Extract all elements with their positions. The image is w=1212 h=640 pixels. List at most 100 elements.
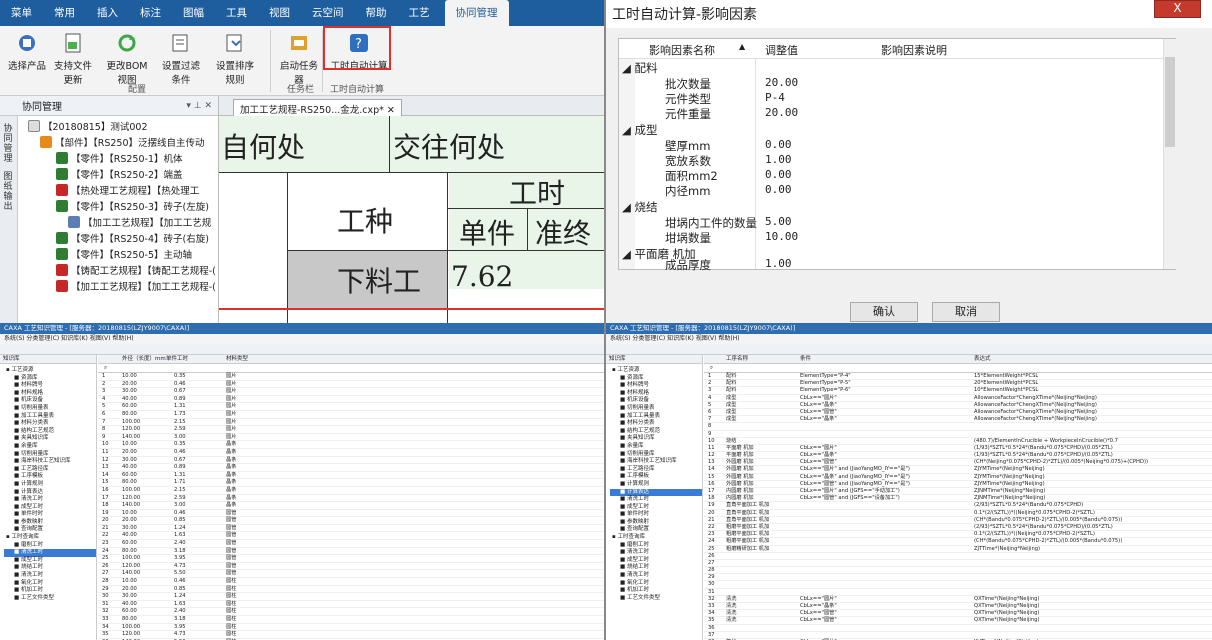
- kb-tree-item[interactable]: ■ 机床设备: [610, 397, 702, 405]
- side-tab[interactable]: 图纸输出: [4, 172, 14, 212]
- property-value[interactable]: 5.00: [765, 215, 792, 228]
- change-bom-view-button[interactable]: 更改BOM视图: [104, 32, 150, 86]
- kb-tree-item[interactable]: ■ 查询配置: [610, 526, 702, 534]
- table-row[interactable]: 19 10.00 0.46 圆管: [98, 510, 604, 518]
- table-row[interactable]: 4 成型 CbLx=="圆片" AllowanceFactor*ChengXTime*…: [704, 395, 1212, 402]
- table-row[interactable]: 26: [704, 553, 1212, 560]
- table-row[interactable]: 5 成型 CbLx=="晶条" AllowanceFactor*ChengXTime*…: [704, 402, 1212, 409]
- table-row[interactable]: 7 100.00 2.15 圆片: [98, 419, 604, 427]
- tree-row[interactable]: 【零件】【RS250-2】端盖: [56, 166, 183, 182]
- kb-tree-item[interactable]: ■ 清洗工时: [610, 496, 702, 504]
- property-value[interactable]: 1.00: [765, 153, 792, 166]
- kb-tree-item[interactable]: ■ 材料分类表: [610, 420, 702, 428]
- tree-row[interactable]: 【零件】【RS250-5】主动轴: [56, 246, 192, 262]
- close-button[interactable]: X: [1154, 0, 1201, 18]
- table-row[interactable]: 10 烧结 (480.7)/ElementInCrucible + Workpiec…: [704, 438, 1212, 445]
- kb-tree-item[interactable]: ■ 工序模板: [4, 473, 96, 481]
- table-row[interactable]: 8 120.00 2.59 圆片: [98, 426, 604, 434]
- tree-row[interactable]: 【加工工艺规程】【加工工艺规: [68, 214, 211, 230]
- table-row[interactable]: 23 60.00 2.40 圆管: [98, 540, 604, 548]
- menu-item[interactable]: 帮助: [355, 0, 398, 26]
- col-header[interactable]: 材料类型: [226, 355, 248, 364]
- kb-tree-item[interactable]: ■ 余量库: [4, 443, 96, 451]
- doc-tab[interactable]: 加工工艺规程-RS250...金龙.cxp* ✕: [233, 99, 402, 116]
- confirm-button[interactable]: 确认: [850, 302, 918, 322]
- table-row[interactable]: 28: [704, 567, 1212, 575]
- kb-tree-item[interactable]: ■ 机加工时: [610, 587, 702, 595]
- table-row[interactable]: 21 30.00 1.24 圆管: [98, 525, 604, 533]
- table-row[interactable]: 33 80.00 3.18 圆柱: [98, 616, 604, 624]
- kb-tree-item[interactable]: ▪ 工艺资源: [610, 367, 702, 375]
- kb-tree-item[interactable]: ■ 清洗工时: [4, 549, 96, 557]
- kb-tree-item[interactable]: ■ 计算规则: [610, 481, 702, 489]
- window-menubar[interactable]: 系统(S) 分类管理(C) 知识库(K) 视图(V) 帮助(H): [0, 334, 604, 344]
- tree-row[interactable]: 【零件】【RS250-4】砖子(右旋): [56, 230, 209, 246]
- menu-item[interactable]: 工具: [215, 0, 258, 26]
- filter-row[interactable]: ⌕: [704, 364, 1212, 373]
- cell-worktype[interactable]: 下料工: [337, 260, 421, 300]
- tree-row[interactable]: 【加工工艺规程】【加工工艺规程-(: [56, 278, 216, 294]
- table-row[interactable]: 25 粗磨精研加工 机加 ZJTTime*(Neijing*Neijing): [704, 546, 1212, 553]
- table-row[interactable]: 13 40.00 0.89 晶条: [98, 464, 604, 472]
- property-value[interactable]: 0.00: [765, 138, 792, 151]
- table-row[interactable]: 20 20.00 0.85 圆管: [98, 517, 604, 525]
- table-row[interactable]: 18 140.00 3.00 晶条: [98, 502, 604, 510]
- table-row[interactable]: 18 内圆磨 机加 CbLx=="圆管" and (JGFS=="设备加工") ZJN…: [704, 495, 1212, 503]
- update-support-file-button[interactable]: 支持文件更新: [50, 32, 96, 86]
- table-row[interactable]: 10 10.00 0.35 晶条: [98, 441, 604, 449]
- col-header[interactable]: 外径（长度）mm: [122, 355, 166, 364]
- table-row[interactable]: 35 120.00 4.73 圆柱: [98, 631, 604, 639]
- table-row[interactable]: 34 清洗 CbLx=="圆管" QXTime*(Neijing*Neijing): [704, 610, 1212, 618]
- property-value[interactable]: 0.00: [765, 183, 792, 196]
- table-row[interactable]: 8: [704, 423, 1212, 431]
- table-row[interactable]: 16 外圆磨 机加 CbLx=="圆管" and (JiaoYangMO_IY=="…: [704, 481, 1212, 488]
- table-row[interactable]: 1 10.00 0.35 圆片: [98, 373, 604, 381]
- table-row[interactable]: 14 外圆磨 机加 CbLx=="圆片" and (JiaoYangMO_IY=="…: [704, 466, 1212, 474]
- kb-tree-item[interactable]: ■ 海岸科技工艺知识库: [610, 458, 702, 466]
- kb-tree-item[interactable]: ▪ 工艺资源: [4, 367, 96, 375]
- col-header[interactable]: 表达式: [974, 355, 991, 364]
- col-header[interactable]: 影响因素说明: [881, 42, 947, 58]
- col-header[interactable]: 影响因素名称: [649, 42, 715, 58]
- menu-item[interactable]: 视图: [258, 0, 301, 26]
- table-row[interactable]: 30 30.00 1.24 圆柱: [98, 593, 604, 601]
- table-row[interactable]: 30: [704, 581, 1212, 589]
- kb-tree-item[interactable]: ■ 工艺文件类型: [4, 595, 96, 603]
- kb-tree-item[interactable]: ■ 烧结工时: [610, 564, 702, 572]
- table-row[interactable]: 20 直角平面加工 机加 0.1*(2/(SZTL))*((Neijing*0.07…: [704, 510, 1212, 517]
- kb-tree-item[interactable]: ■ 夹具知识库: [610, 435, 702, 443]
- menu-item[interactable]: 标注: [129, 0, 172, 26]
- table-row[interactable]: 12 平面磨 机加 CbLx=="晶条" (1/93)*SZTL*0.5*24*(Ba…: [704, 452, 1212, 460]
- table-row[interactable]: 17 内圆磨 机加 CbLx=="圆片" and (JGFS=="手动加工") ZJN…: [704, 488, 1212, 496]
- kb-tree-item[interactable]: ■ 海岸科技工艺知识库: [4, 458, 96, 466]
- table-row[interactable]: 13 外圆磨 机加 CbLx=="圆管" (CH*(Neijing*0.075*CPH…: [704, 459, 1212, 467]
- menu-item[interactable]: 常用: [43, 0, 86, 26]
- category-row[interactable]: ◢ 配料: [622, 60, 658, 75]
- kb-tree-item[interactable]: ■ 计算表达: [4, 489, 96, 497]
- table-row[interactable]: 6 80.00 1.73 圆片: [98, 411, 604, 419]
- table-row[interactable]: 7 成型 CbLx=="晶条" AllowanceFactor*ChengXTime*…: [704, 416, 1212, 424]
- kb-tree-item[interactable]: ■ 材料牌号: [4, 382, 96, 390]
- table-row[interactable]: 22 40.00 1.63 圆管: [98, 532, 604, 541]
- table-row[interactable]: 27 140.00 5.50 圆管: [98, 570, 604, 579]
- kb-tree-item[interactable]: ■ 切削用量库: [610, 451, 702, 459]
- col-header[interactable]: 工序名称: [726, 355, 748, 364]
- kb-tree-item[interactable]: ■ 清洗工时: [4, 496, 96, 504]
- kb-tree-item[interactable]: ■ 清洗工时: [610, 549, 702, 557]
- set-filter-button[interactable]: 设置过滤条件: [158, 32, 204, 86]
- kb-tree-item[interactable]: ■ 工序模板: [610, 473, 702, 481]
- col-header[interactable]: 条件: [800, 355, 811, 364]
- table-row[interactable]: 2 配料 ElementType="P-5" 20*ElementWeight*PCS…: [704, 380, 1212, 388]
- kb-tree-item[interactable]: ■ 清洗工时: [4, 572, 96, 580]
- kb-tree-item[interactable]: ■ 计算规则: [4, 481, 96, 489]
- kb-tree-item[interactable]: ■ 机床设备: [4, 397, 96, 405]
- kb-tree-item[interactable]: ■ 切削用量库: [4, 451, 96, 459]
- property-value[interactable]: 20.00: [765, 106, 798, 119]
- tree-row[interactable]: 【热处理工艺规程】【热处理工: [56, 182, 199, 198]
- table-row[interactable]: 29 20.00 0.85 圆柱: [98, 586, 604, 594]
- category-row[interactable]: ◢ 烧结: [622, 199, 658, 214]
- table-row[interactable]: 32 60.00 2.40 圆柱: [98, 608, 604, 616]
- tree-row[interactable]: 【零件】【RS250-1】机体: [56, 150, 183, 166]
- cancel-button[interactable]: 取消: [932, 302, 1000, 322]
- table-row[interactable]: 37: [704, 632, 1212, 639]
